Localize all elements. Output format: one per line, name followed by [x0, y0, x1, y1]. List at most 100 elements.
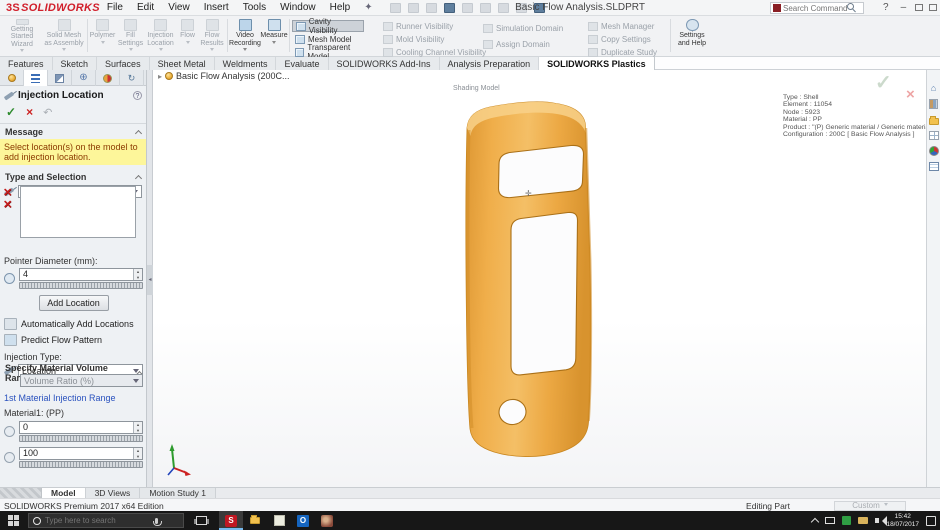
resources-home-icon[interactable]: ⌂ [931, 84, 936, 93]
flow-results-button[interactable]: Flow Results [199, 18, 225, 54]
type-selection-header[interactable]: Type and Selection [0, 169, 146, 184]
microphone-icon[interactable] [155, 518, 158, 524]
ok-button[interactable]: ✓ [6, 105, 16, 119]
copy-settings-button[interactable]: Copy Settings [585, 33, 654, 45]
new-file-icon[interactable] [390, 3, 401, 13]
tab-sketch[interactable]: Sketch [53, 57, 98, 70]
folder-tray-icon[interactable] [858, 517, 868, 524]
min-range-slider[interactable] [19, 435, 143, 442]
cavity-visibility-toggle[interactable]: Cavity Visibility [292, 20, 364, 32]
material-range-link[interactable]: 1st Material Injection Range [4, 393, 143, 403]
taskbar-search-input[interactable] [45, 516, 145, 525]
mesh-manager-button[interactable]: Mesh Manager [585, 20, 657, 32]
injection-location-button[interactable]: Injection Location [145, 18, 176, 54]
delete-selection-icon[interactable]: ✕ [3, 188, 12, 198]
view-palette-icon[interactable] [929, 131, 939, 140]
menu-window[interactable]: Window [273, 2, 323, 13]
previous-view-icon[interactable]: ↶ [480, 70, 488, 71]
save-icon[interactable] [426, 3, 437, 13]
tab-features[interactable]: Features [0, 57, 53, 70]
add-location-button[interactable]: Add Location [39, 295, 109, 311]
pointer-diameter-slider[interactable] [19, 282, 143, 289]
green-tray-icon[interactable] [842, 516, 851, 525]
mold-visibility-toggle[interactable]: Mold Visibility [380, 33, 447, 45]
undo-button[interactable]: ↶ [43, 106, 52, 119]
tab-solidworks-plastics[interactable]: SOLIDWORKS Plastics [539, 57, 655, 70]
menu-view[interactable]: View [161, 2, 197, 13]
measure-button[interactable]: Measure [261, 18, 287, 54]
flow-button[interactable]: Flow [177, 18, 198, 54]
search-commands-input[interactable] [783, 4, 847, 13]
taskbar-solidworks-app[interactable]: S [219, 511, 243, 530]
display-tray-icon[interactable] [825, 517, 835, 524]
menu-help[interactable]: Help [323, 2, 358, 13]
help-button[interactable]: ? [880, 2, 892, 13]
auto-add-locations-button[interactable]: Automatically Add Locations [21, 319, 134, 329]
tab-surfaces[interactable]: Surfaces [97, 57, 150, 70]
cancel-button[interactable]: × [26, 105, 33, 119]
file-explorer-icon[interactable] [929, 118, 939, 125]
selection-list-box[interactable] [20, 186, 136, 238]
plastics-manager-tab[interactable]: ↻ [120, 70, 144, 86]
model-3d[interactable] [440, 100, 640, 480]
max-range-stepper[interactable]: 100 ▴▾ [19, 447, 143, 460]
custom-properties-icon[interactable] [929, 162, 939, 171]
design-library-icon[interactable] [929, 99, 938, 109]
fill-settings-button[interactable]: Fill Settings [117, 18, 144, 54]
display-manager-tab[interactable] [96, 70, 120, 86]
3d-views-tab[interactable]: 3D Views [86, 488, 141, 498]
menu-edit[interactable]: Edit [130, 2, 161, 13]
taskbar-notes-app[interactable] [267, 511, 291, 530]
settings-help-button[interactable]: Settings and Help [675, 18, 709, 54]
task-view-button[interactable] [196, 516, 207, 525]
runner-visibility-toggle[interactable]: Runner Visibility [380, 20, 456, 32]
motion-study-tab[interactable]: Motion Study 1 [140, 488, 216, 498]
polymer-button[interactable]: Polymer [89, 18, 116, 54]
tab-sheet-metal[interactable]: Sheet Metal [150, 57, 215, 70]
predict-flow-pattern-button[interactable]: Predict Flow Pattern [21, 335, 102, 345]
volume-icon[interactable] [875, 518, 879, 523]
menu-tools[interactable]: Tools [236, 2, 273, 13]
menu-insert[interactable]: Insert [197, 2, 236, 13]
plastics-study-tab[interactable] [0, 70, 24, 86]
taskbar-search-box[interactable] [28, 513, 184, 528]
start-button[interactable] [8, 515, 19, 526]
pin-icon[interactable]: ✦ [357, 2, 379, 13]
search-commands-box[interactable] [770, 2, 864, 14]
feature-manager-tab[interactable] [24, 70, 48, 86]
tab-scroll-area[interactable] [0, 488, 42, 498]
restore-button[interactable] [915, 4, 923, 11]
taskbar-outlook-app[interactable]: O [291, 511, 315, 530]
assign-domain-button[interactable]: Assign Domain [480, 38, 553, 50]
min-range-stepper[interactable]: 0 ▴▾ [19, 421, 143, 434]
tab-analysis-preparation[interactable]: Analysis Preparation [440, 57, 540, 70]
message-section-header[interactable]: Message [0, 124, 146, 139]
search-icon[interactable] [847, 3, 857, 13]
pointer-diameter-stepper[interactable]: 4 ▴▾ [19, 268, 143, 281]
panel-help-icon[interactable]: ? [133, 91, 142, 100]
minimize-button[interactable]: – [898, 2, 910, 13]
taskbar-explorer-app[interactable] [243, 511, 267, 530]
open-file-icon[interactable] [408, 3, 419, 13]
graphics-area[interactable]: ▸ Basic Flow Analysis (200C... ↶ – × Sha… [153, 70, 926, 487]
dimxpert-manager-tab[interactable]: ⊕ [72, 70, 96, 86]
maximize-button[interactable] [929, 4, 937, 11]
action-center-icon[interactable] [926, 516, 936, 526]
simulation-domain-button[interactable]: Simulation Domain [480, 22, 566, 34]
solid-mesh-button[interactable]: Solid Mesh as Assembly [44, 18, 84, 54]
max-range-slider[interactable] [19, 461, 143, 468]
feature-tree-flyout[interactable]: ▸ Basic Flow Analysis (200C... [158, 71, 290, 81]
taskbar-clock[interactable]: 15:42 18/07/2017 [886, 513, 919, 529]
tray-expand-icon[interactable] [811, 518, 819, 526]
units-dropdown[interactable]: Custom [834, 501, 906, 511]
appearances-scenes-icon[interactable] [929, 146, 939, 156]
model-tab[interactable]: Model [42, 488, 86, 498]
tab-weldments[interactable]: Weldments [215, 57, 277, 70]
phone-shell-model[interactable] [440, 100, 640, 480]
taskbar-misc-app[interactable] [315, 511, 339, 530]
delete-all-selections-icon[interactable]: ✕ [3, 200, 12, 210]
video-recording-button[interactable]: Video Recording [230, 18, 260, 54]
tab-evaluate[interactable]: Evaluate [276, 57, 328, 70]
expand-arrow-icon[interactable]: ▸ [158, 72, 162, 81]
tab-addins[interactable]: SOLIDWORKS Add-Ins [329, 57, 440, 70]
